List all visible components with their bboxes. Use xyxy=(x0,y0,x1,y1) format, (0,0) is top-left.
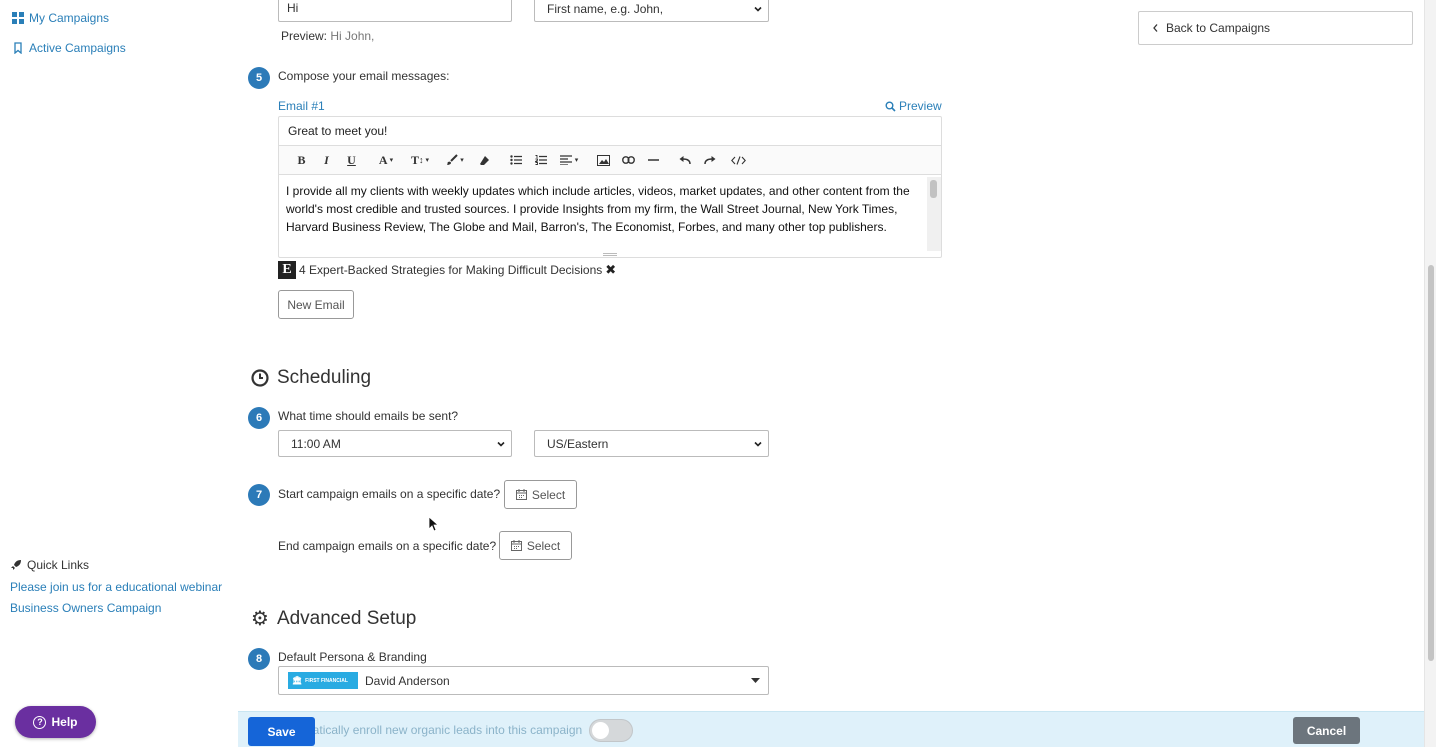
editor-toolbar: B I U A ▾ T ↕ ▾ ▾ ▾ xyxy=(279,145,941,175)
chevron-down-icon xyxy=(754,441,762,447)
preview-link[interactable]: Preview xyxy=(885,99,942,113)
save-button[interactable]: Save xyxy=(248,717,315,746)
end-date-select-button[interactable]: Select xyxy=(499,531,572,560)
attachment-title: 4 Expert-Backed Strategies for Making Di… xyxy=(299,263,603,277)
send-time-select[interactable]: 11:00 AM xyxy=(278,430,512,457)
editor-scrollbar[interactable] xyxy=(927,177,941,251)
image-icon[interactable] xyxy=(591,151,616,169)
calendar-icon xyxy=(515,489,527,500)
gear-icon: ⚙ xyxy=(251,608,269,630)
advanced-setup-heading: ⚙ Advanced Setup xyxy=(251,608,417,630)
rocket-icon xyxy=(11,560,21,570)
greeting-preview: Preview: Hi John, xyxy=(281,29,375,43)
brush-icon[interactable]: ▾ xyxy=(438,151,472,169)
eraser-icon[interactable] xyxy=(472,151,497,169)
sidebar: My Campaigns Active Campaigns Quick Link… xyxy=(0,0,238,747)
question-circle-icon: ? xyxy=(33,715,47,729)
persona-label: Default Persona & Branding xyxy=(278,650,427,664)
scheduling-heading: Scheduling xyxy=(251,367,371,389)
compose-label: Compose your email messages: xyxy=(278,69,450,83)
brand-logo: 🏛 FIRST FINANCIAL xyxy=(288,672,358,689)
resize-handle-icon[interactable] xyxy=(603,253,617,256)
undo-icon[interactable] xyxy=(672,151,697,169)
mouse-cursor-icon xyxy=(428,516,438,532)
redo-icon[interactable] xyxy=(697,151,722,169)
greeting-input[interactable]: Hi xyxy=(278,0,512,22)
step-number-8: 8 xyxy=(248,648,270,670)
italic-icon[interactable]: I xyxy=(314,151,339,169)
chevron-left-icon xyxy=(1153,24,1158,32)
step-number-7: 7 xyxy=(248,484,270,506)
quick-links: Quick Links Please join us for a educati… xyxy=(10,558,222,622)
align-icon[interactable]: ▾ xyxy=(553,151,585,169)
remove-attachment-icon[interactable]: ✖ xyxy=(605,262,616,278)
search-icon xyxy=(885,101,896,112)
name-format-select[interactable]: First name, e.g. John, xyxy=(534,0,769,22)
page-scrollbar[interactable] xyxy=(1424,0,1436,747)
timezone-select[interactable]: US/Eastern xyxy=(534,430,769,457)
sidebar-item-label: My Campaigns xyxy=(29,11,110,25)
caret-down-icon xyxy=(751,678,760,683)
page-scroll-thumb[interactable] xyxy=(1428,265,1434,661)
quick-link-webinar[interactable]: Please join us for a educational webinar xyxy=(10,580,222,594)
subject-input[interactable]: Great to meet you! xyxy=(288,124,387,138)
grid-icon xyxy=(12,12,24,24)
horizontal-rule-icon[interactable] xyxy=(641,151,666,169)
start-date-select-button[interactable]: Select xyxy=(504,480,577,509)
bold-icon[interactable]: B xyxy=(289,151,314,169)
code-view-icon[interactable] xyxy=(722,151,754,169)
quick-links-title: Quick Links xyxy=(10,558,222,572)
link-icon[interactable] xyxy=(616,151,641,169)
cancel-button[interactable]: Cancel xyxy=(1293,717,1360,744)
underline-icon[interactable]: U xyxy=(339,151,364,169)
persona-name: David Anderson xyxy=(365,674,450,688)
help-button[interactable]: ? Help xyxy=(15,706,96,738)
send-time-label: What time should emails be sent? xyxy=(278,409,459,423)
email-body[interactable]: I provide all my clients with weekly upd… xyxy=(286,182,916,236)
email-editor: Great to meet you! B I U A ▾ T ↕ ▾ ▾ ▾ I pr… xyxy=(278,116,942,258)
clock-icon xyxy=(251,369,269,387)
auto-enroll-label: Automatically enroll new organic leads i… xyxy=(278,723,583,737)
step-number-5: 5 xyxy=(248,67,270,89)
toggle-knob xyxy=(592,722,609,739)
new-email-button[interactable]: New Email xyxy=(278,290,354,319)
font-size-icon[interactable]: T ↕ ▾ xyxy=(402,151,438,169)
sidebar-item-label: Active Campaigns xyxy=(29,41,126,55)
back-to-campaigns-button[interactable]: Back to Campaigns xyxy=(1138,11,1413,45)
main-content: Hi First name, e.g. John, Preview: Hi Jo… xyxy=(238,0,1424,747)
auto-enroll-toggle[interactable] xyxy=(589,719,633,742)
bookmark-icon xyxy=(14,42,22,54)
bullet-list-icon[interactable] xyxy=(503,151,528,169)
email-title: Email #1 xyxy=(278,99,325,113)
persona-select[interactable]: 🏛 FIRST FINANCIAL David Anderson xyxy=(278,666,769,695)
bank-icon: 🏛 xyxy=(292,676,303,685)
sidebar-item-my-campaigns[interactable]: My Campaigns xyxy=(12,11,109,25)
chevron-down-icon xyxy=(497,441,505,447)
bottom-action-bar: Automatically enroll new organic leads i… xyxy=(238,711,1424,747)
numbered-list-icon[interactable] xyxy=(528,151,553,169)
step-number-6: 6 xyxy=(248,407,270,429)
chevron-down-icon xyxy=(754,6,762,12)
end-date-label: End campaign emails on a specific date? xyxy=(278,539,497,553)
editor-scroll-thumb[interactable] xyxy=(930,180,937,198)
quick-link-business-owners[interactable]: Business Owners Campaign xyxy=(10,601,222,615)
sidebar-item-active-campaigns[interactable]: Active Campaigns xyxy=(12,41,126,55)
article-logo: E xyxy=(278,261,296,279)
calendar-icon xyxy=(510,540,522,551)
attachment: E 4 Expert-Backed Strategies for Making … xyxy=(278,261,616,279)
start-date-label: Start campaign emails on a specific date… xyxy=(278,487,501,501)
font-color-icon[interactable]: A ▾ xyxy=(370,151,402,169)
